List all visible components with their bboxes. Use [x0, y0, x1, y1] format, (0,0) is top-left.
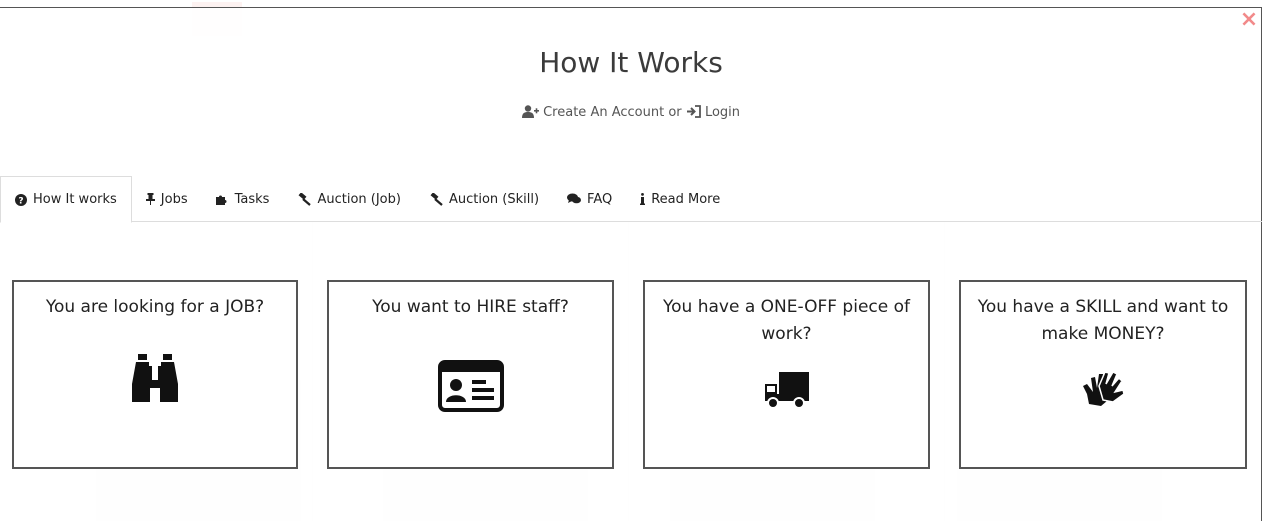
auth-links: Create An Account or Login [0, 105, 1262, 120]
user-plus-icon [521, 105, 539, 118]
card-hire-staff[interactable]: You want to HIRE staff? [327, 280, 614, 469]
comments-icon [567, 193, 582, 204]
gavel-icon [430, 192, 443, 206]
card-title: You want to HIRE staff? [372, 297, 569, 317]
tab-label: Tasks [234, 191, 270, 207]
card-title: You have a ONE-OFF piece of work? [663, 297, 910, 344]
tab-bar: ? How It works Jobs Tasks Auction (Job) … [0, 176, 1262, 223]
card-title: You are looking for a JOB? [45, 297, 265, 317]
tab-auction-job[interactable]: Auction (Job) [283, 176, 415, 222]
svg-text:?: ? [18, 196, 23, 206]
tab-tasks[interactable]: Tasks [202, 176, 284, 222]
card-skill-make-money[interactable]: You have a SKILL and want to make MONEY? [959, 280, 1247, 469]
close-button[interactable]: × [1239, 9, 1259, 31]
tab-auction-skill[interactable]: Auction (Skill) [415, 176, 553, 222]
tab-label: Auction (Job) [317, 191, 401, 207]
create-account-label: Create An Account [543, 105, 665, 120]
sign-in-icon [686, 105, 701, 118]
tab-jobs[interactable]: Jobs [132, 176, 202, 222]
binoculars-icon [132, 354, 178, 402]
or-text: or [668, 105, 682, 120]
tab-label: How It works [33, 192, 117, 207]
tab-label: FAQ [587, 191, 613, 207]
tab-label: Read More [651, 191, 721, 207]
thumbtack-icon [145, 193, 155, 205]
id-card-icon [437, 360, 504, 412]
tab-label: Jobs [160, 191, 188, 207]
sign-language-icon [1083, 371, 1125, 406]
login-link[interactable]: Login [686, 105, 740, 120]
info-icon [640, 193, 646, 205]
card-one-off-work[interactable]: You have a ONE-OFF piece of work? [643, 280, 930, 469]
how-it-works-modal: × How It Works Create An Account or Logi… [0, 7, 1262, 521]
tab-faq[interactable]: FAQ [553, 176, 626, 222]
modal-title: How It Works [539, 46, 723, 79]
puzzle-icon [215, 195, 227, 205]
tab-label: Auction (Skill) [448, 191, 540, 207]
tab-read-more[interactable]: Read More [626, 176, 734, 222]
question-circle-icon: ? [15, 193, 27, 206]
create-account-link[interactable]: Create An Account [521, 105, 668, 120]
truck-icon [764, 372, 809, 409]
login-label: Login [704, 105, 741, 120]
gavel-icon [298, 192, 312, 206]
card-looking-for-job[interactable]: You are looking for a JOB? [12, 280, 298, 469]
tab-how-it-works[interactable]: ? How It works [0, 176, 132, 223]
card-title: You have a SKILL and want to make MONEY? [977, 297, 1229, 344]
